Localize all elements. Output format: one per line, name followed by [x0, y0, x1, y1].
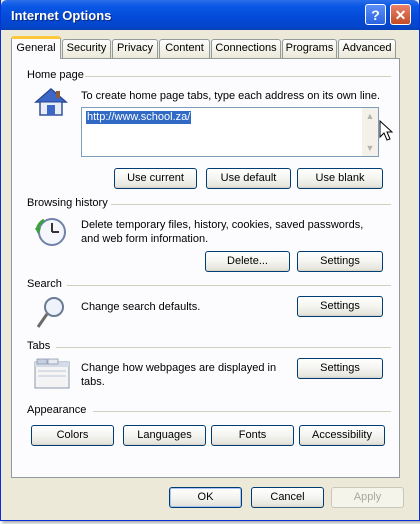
home-page-group-label: Home page	[27, 69, 84, 81]
home-page-url-value[interactable]: http://www.school.za/	[86, 111, 192, 124]
cancel-button[interactable]: Cancel	[251, 487, 324, 508]
question-mark-icon: ?	[371, 7, 380, 23]
tabs-divider	[56, 347, 391, 348]
search-divider	[67, 285, 391, 286]
scroll-down-arrow-icon[interactable]: ▼	[362, 140, 378, 156]
use-current-button[interactable]: Use current	[114, 168, 197, 189]
languages-button[interactable]: Languages	[123, 425, 206, 446]
mouse-cursor-icon	[379, 119, 394, 145]
magnifier-icon	[35, 295, 67, 334]
search-group-label: Search	[27, 278, 62, 290]
tabs-settings-button[interactable]: Settings	[297, 358, 383, 379]
tab-security[interactable]: Security	[62, 39, 111, 58]
history-clock-icon	[34, 216, 68, 251]
delete-history-button[interactable]: Delete...	[205, 251, 290, 272]
home-page-divider	[85, 76, 391, 77]
appearance-group-label: Appearance	[27, 404, 87, 416]
browsing-history-description-line2: and web form information.	[81, 233, 209, 245]
tabs-group-label: Tabs	[27, 340, 51, 352]
url-scrollbar[interactable]: ▲ ▼	[362, 108, 378, 156]
search-description: Change search defaults.	[81, 301, 201, 313]
close-icon: ✕	[394, 7, 407, 23]
tab-general[interactable]: General	[11, 36, 61, 59]
apply-button[interactable]: Apply	[331, 487, 404, 508]
ok-button[interactable]: OK	[169, 487, 242, 508]
tab-connections[interactable]: Connections	[211, 39, 281, 58]
fonts-button[interactable]: Fonts	[211, 425, 294, 446]
use-blank-button[interactable]: Use blank	[297, 168, 383, 189]
accessibility-button[interactable]: Accessibility	[299, 425, 385, 446]
home-page-url-textarea[interactable]: http://www.school.za/ ▲ ▼	[81, 107, 379, 157]
search-settings-button[interactable]: Settings	[297, 296, 383, 317]
use-default-button[interactable]: Use default	[206, 168, 291, 189]
appearance-divider	[93, 411, 391, 412]
browsing-history-divider	[111, 204, 391, 205]
tabs-description-line2: tabs.	[81, 376, 105, 388]
close-button[interactable]: ✕	[390, 4, 411, 25]
home-page-description: To create home page tabs, type each addr…	[81, 90, 381, 102]
help-button[interactable]: ?	[365, 4, 386, 25]
tab-privacy[interactable]: Privacy	[112, 39, 158, 58]
colors-button[interactable]: Colors	[31, 425, 114, 446]
history-settings-button[interactable]: Settings	[297, 251, 383, 272]
window-title: Internet Options	[11, 8, 112, 23]
internet-options-dialog: Internet Options ? ✕ General Security Pr…	[0, 0, 420, 521]
browsing-history-group-label: Browsing history	[27, 197, 108, 209]
title-bar[interactable]: Internet Options ? ✕	[1, 0, 419, 30]
tabs-window-icon	[34, 358, 70, 393]
tab-content[interactable]: Content	[159, 39, 210, 58]
tab-programs[interactable]: Programs	[282, 39, 337, 58]
browsing-history-description-line1: Delete temporary files, history, cookies…	[81, 219, 364, 231]
tab-advanced[interactable]: Advanced	[338, 39, 396, 58]
tabs-description-line1: Change how webpages are displayed in	[81, 362, 277, 374]
scroll-up-arrow-icon[interactable]: ▲	[362, 108, 378, 124]
house-icon	[33, 87, 69, 120]
